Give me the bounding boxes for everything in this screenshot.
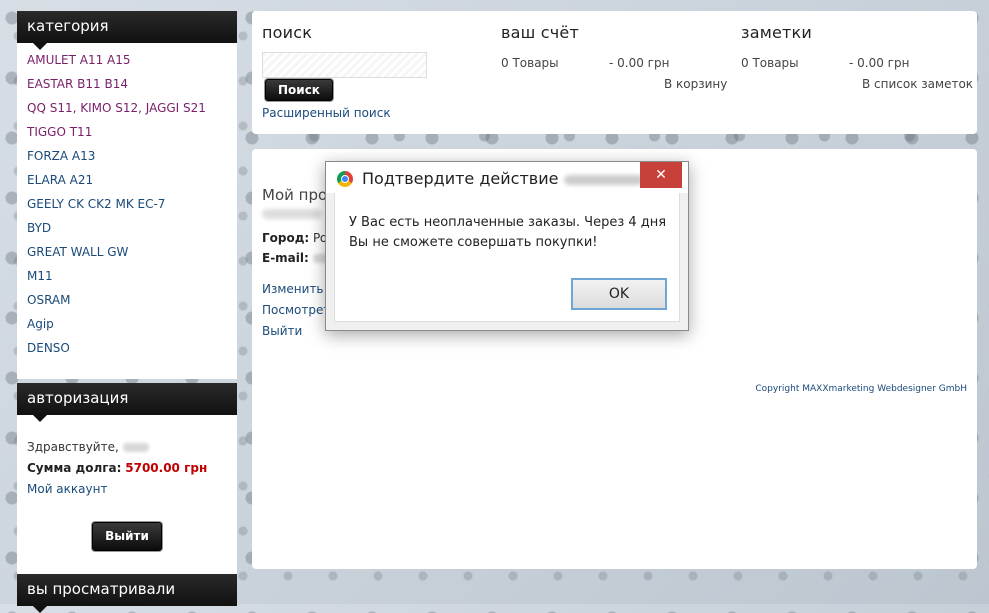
category-link[interactable]: QQ S11, KIMO S12, JAGGI S21 [27, 101, 206, 115]
category-item[interactable]: ELARA A21 [27, 170, 227, 194]
category-link[interactable]: Agip [27, 317, 54, 331]
category-link[interactable]: EASTAR B11 B14 [27, 77, 128, 91]
viewed-title: вы просматривали [17, 574, 237, 613]
dialog-titlebar: Подтвердите действие ✕ [326, 162, 688, 193]
category-link[interactable]: GREAT WALL GW [27, 245, 128, 259]
logout-button[interactable]: Выйти [92, 522, 162, 551]
category-link[interactable]: M11 [27, 269, 53, 283]
category-item[interactable]: AMULET A11 A15 [27, 50, 227, 74]
category-panel: категория AMULET A11 A15 EASTAR B11 B14 … [17, 11, 237, 379]
cart-link[interactable]: В корзину [664, 77, 727, 91]
category-item[interactable]: FORZA A13 [27, 146, 227, 170]
category-title: категория [17, 11, 237, 50]
username-blurred [122, 443, 149, 452]
debt-label: Сумма долга: [27, 461, 122, 475]
dialog-title: Подтвердите действие [362, 169, 559, 188]
advanced-search-link[interactable]: Расширенный поиск [262, 106, 391, 120]
category-item[interactable]: Agip [27, 314, 227, 338]
search-title: поиск [262, 23, 313, 42]
debt-value: 5700.00 грн [125, 461, 208, 475]
category-item[interactable]: QQ S11, KIMO S12, JAGGI S21 [27, 98, 227, 122]
chrome-icon [337, 171, 353, 187]
notes-link[interactable]: В список заметок [862, 77, 973, 91]
category-link[interactable]: BYD [27, 221, 51, 235]
confirm-dialog: Подтвердите действие ✕ У Вас есть неопла… [325, 161, 689, 331]
copyright: Copyright MAXXmarketing Webdesigner GmbH [755, 384, 967, 394]
category-item[interactable]: M11 [27, 266, 227, 290]
greeting: Здравствуйте, [27, 437, 227, 458]
greeting-text: Здравствуйте, [27, 440, 119, 454]
category-item[interactable]: BYD [27, 218, 227, 242]
category-item[interactable]: TIGGO T11 [27, 122, 227, 146]
category-link[interactable]: DENSO [27, 341, 70, 355]
category-link[interactable]: FORZA A13 [27, 149, 95, 163]
notes-title: заметки [741, 23, 813, 42]
category-link[interactable]: AMULET A11 A15 [27, 53, 131, 67]
account-goods: 0 Товары [501, 56, 559, 70]
city-field: Город: Po [262, 231, 327, 245]
account-sum: - 0.00 грн [609, 56, 670, 70]
category-link[interactable]: ELARA A21 [27, 173, 93, 187]
dialog-message: У Вас есть неоплаченные заказы. Через 4 … [349, 215, 667, 250]
account-section: ваш счёт [501, 23, 579, 42]
notes-goods: 0 Товары [741, 56, 799, 70]
category-link[interactable]: GEELY CK CK2 MK EC-7 [27, 197, 165, 211]
header-box: поиск Поиск Расширенный поиск ваш счёт 0… [252, 11, 977, 134]
search-section: поиск [262, 23, 312, 42]
profile-logout-link[interactable]: Выйти [262, 324, 302, 338]
category-item[interactable]: GEELY CK CK2 MK EC-7 [27, 194, 227, 218]
dialog-body: У Вас есть неоплаченные заказы. Через 4 … [334, 193, 680, 322]
category-item[interactable]: OSRAM [27, 290, 227, 314]
city-label: Город: [262, 231, 310, 245]
viewed-panel: вы просматривали [17, 574, 237, 613]
search-input[interactable] [262, 52, 427, 78]
category-link[interactable]: OSRAM [27, 293, 70, 307]
auth-title: авторизация [17, 383, 237, 422]
category-link[interactable]: TIGGO T11 [27, 125, 92, 139]
category-list: AMULET A11 A15 EASTAR B11 B14 QQ S11, KI… [17, 43, 237, 372]
category-item[interactable]: GREAT WALL GW [27, 242, 227, 266]
profile-name-blurred [262, 209, 322, 219]
my-account-link[interactable]: Мой аккаунт [27, 482, 107, 496]
ok-button[interactable]: OK [571, 278, 667, 310]
email-label: E-mail: [262, 251, 309, 265]
notes-sum: - 0.00 грн [849, 56, 910, 70]
search-button[interactable]: Поиск [265, 79, 333, 101]
auth-panel: авторизация Здравствуйте, Сумма долга: 5… [17, 383, 237, 590]
category-item[interactable]: DENSO [27, 338, 227, 362]
debt-row: Сумма долга: 5700.00 грн [27, 458, 227, 479]
close-icon[interactable]: ✕ [640, 162, 682, 188]
category-item[interactable]: EASTAR B11 B14 [27, 74, 227, 98]
dialog-title-blurred [564, 175, 644, 185]
notes-section: заметки [741, 23, 812, 42]
view-link[interactable]: Посмотрет [262, 303, 330, 317]
account-title: ваш счёт [501, 23, 579, 42]
